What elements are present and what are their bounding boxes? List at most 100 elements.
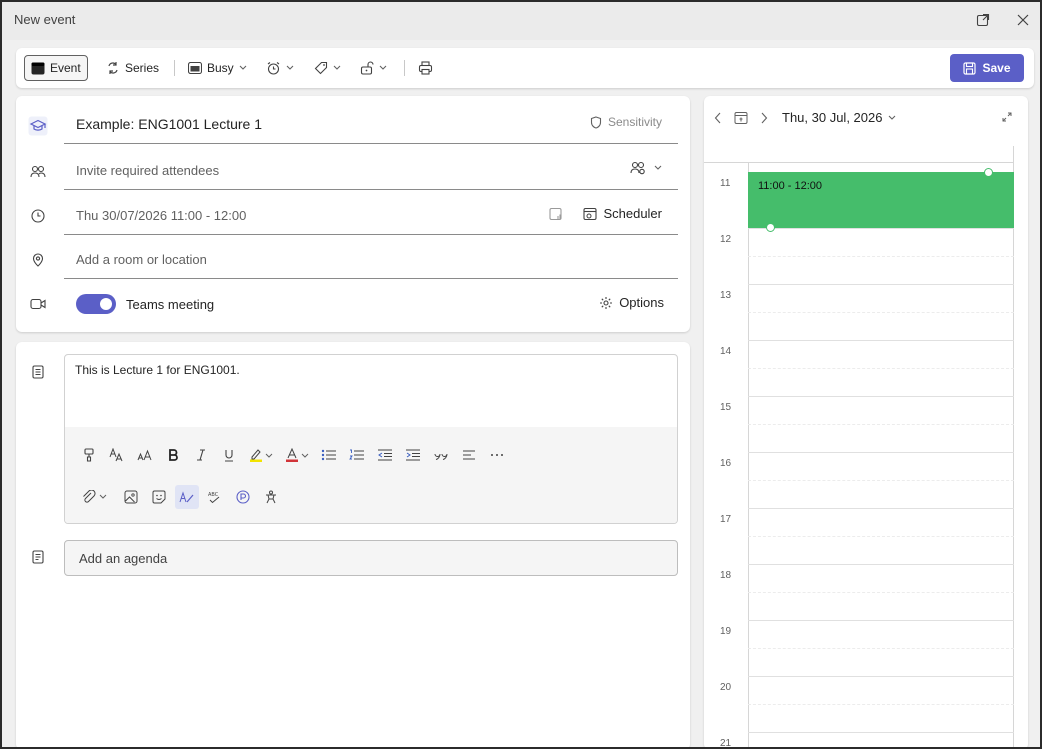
loop-icon — [236, 490, 250, 504]
reminder-dropdown[interactable] — [260, 55, 300, 81]
next-day-button[interactable] — [760, 112, 774, 128]
event-resize-handle-bottom[interactable] — [766, 223, 775, 232]
underline-button[interactable] — [217, 443, 241, 467]
agenda-field[interactable]: Add an agenda — [64, 540, 678, 576]
chevron-down-icon — [286, 65, 294, 70]
agenda-row-icon — [28, 547, 48, 567]
options-label: Options — [619, 295, 664, 310]
calendar-right-border — [1013, 146, 1014, 747]
font-size-button[interactable] — [133, 443, 157, 467]
window-title: New event — [14, 12, 76, 27]
loop-component-button[interactable] — [231, 485, 255, 509]
format-painter-icon — [84, 448, 94, 462]
hour-line — [748, 396, 1014, 397]
text-description-icon — [32, 365, 44, 379]
attach-dropdown[interactable] — [77, 485, 113, 509]
font-button[interactable] — [105, 443, 129, 467]
numbered-list-button[interactable] — [345, 443, 369, 467]
close-button[interactable] — [1008, 6, 1038, 34]
go-to-today-button[interactable] — [734, 111, 750, 127]
emoji-button[interactable] — [147, 485, 171, 509]
hour-line — [748, 732, 1014, 733]
hour-label: 11 — [720, 178, 731, 189]
event-resize-handle-top[interactable] — [984, 168, 993, 177]
attendees-placeholder: Invite required attendees — [76, 163, 220, 178]
toolbar-separator — [404, 60, 405, 76]
font-color-dropdown[interactable] — [281, 443, 313, 467]
italic-button[interactable] — [189, 443, 213, 467]
hour-label: 21 — [720, 738, 732, 749]
series-button[interactable]: Series — [100, 55, 165, 81]
quote-button[interactable] — [429, 443, 453, 467]
apps-button[interactable] — [259, 485, 283, 509]
save-label: Save — [982, 61, 1011, 75]
scheduler-button[interactable]: Scheduler — [549, 206, 662, 221]
datetime-field[interactable]: Thu 30/07/2026 11:00 - 12:00 Scheduler — [64, 195, 678, 235]
pop-out-button[interactable] — [968, 6, 998, 34]
attendee-options-button[interactable] — [630, 161, 662, 175]
save-button[interactable]: Save — [950, 54, 1024, 82]
bullet-list-button[interactable] — [317, 443, 341, 467]
title-field[interactable]: Example: ENG1001 Lecture 1 Sensitivity — [64, 104, 678, 144]
repeat-icon — [108, 62, 118, 74]
datetime-row-icon — [28, 206, 48, 226]
hour-label: 19 — [720, 626, 732, 637]
spelling-button[interactable]: ABC — [203, 485, 227, 509]
event-details-card: Example: ENG1001 Lecture 1 Sensitivity I… — [16, 96, 690, 332]
sticker-icon — [152, 490, 166, 504]
half-hour-line — [748, 256, 1014, 257]
event-tab[interactable]: Event — [24, 55, 88, 81]
increase-indent-button[interactable] — [401, 443, 425, 467]
decrease-indent-button[interactable] — [373, 443, 397, 467]
align-button[interactable] — [457, 443, 481, 467]
highlight-dropdown[interactable] — [245, 443, 277, 467]
category-dropdown[interactable] — [308, 55, 347, 81]
body-editor[interactable]: This is Lecture 1 for ENG1001. ABC — [64, 354, 678, 524]
body-row-icon — [28, 362, 48, 382]
chevron-down-icon — [889, 115, 896, 120]
expand-calendar-button[interactable] — [1002, 112, 1016, 126]
location-pin-icon — [32, 253, 44, 267]
sensitivity-button[interactable]: Sensitivity — [590, 115, 662, 129]
new-event-window: New event Event Series Busy Save Example… — [0, 0, 1042, 749]
calendar-top-line — [704, 162, 1014, 163]
bold-button[interactable] — [161, 443, 185, 467]
half-hour-line — [748, 536, 1014, 537]
print-button[interactable] — [412, 55, 439, 81]
location-row-icon — [28, 250, 48, 270]
privacy-dropdown[interactable] — [354, 55, 393, 81]
toolbar-separator — [174, 60, 175, 76]
location-field[interactable]: Add a room or location — [64, 239, 678, 279]
event-toolbar: Event Series Busy Save — [16, 48, 1034, 88]
previous-day-button[interactable] — [714, 112, 728, 128]
hour-label: 14 — [720, 346, 732, 357]
calendar-event-block[interactable]: 11:00 - 12:00 — [748, 172, 1014, 228]
hour-label: 15 — [720, 402, 732, 413]
date-picker-dropdown[interactable]: Thu, 30 Jul, 2026 — [782, 110, 896, 125]
options-button[interactable]: Options — [599, 295, 664, 310]
calendar-panel: Thu, 30 Jul, 2026 11 12 13 14 15 16 17 18 19 20 21… — [704, 96, 1028, 749]
hour-line — [748, 676, 1014, 677]
agenda-icon — [32, 550, 44, 564]
graduation-cap-icon — [28, 116, 48, 136]
hour-label: 17 — [720, 514, 732, 525]
underline-icon — [225, 449, 233, 462]
busy-dropdown[interactable]: Busy — [182, 55, 253, 81]
more-formatting-button[interactable] — [485, 443, 509, 467]
teams-meeting-toggle[interactable] — [76, 294, 116, 314]
hour-line — [748, 620, 1014, 621]
hour-label: 16 — [720, 458, 732, 469]
gear-icon — [600, 296, 613, 309]
attendees-field[interactable]: Invite required attendees — [64, 150, 678, 190]
calendar-day-grid[interactable]: 11 12 13 14 15 16 17 18 19 20 21 11:00 - 12:00 — [704, 146, 1028, 749]
format-painter-button[interactable] — [77, 443, 101, 467]
insert-picture-button[interactable] — [119, 485, 143, 509]
editor-button[interactable] — [175, 485, 199, 509]
half-hour-line — [748, 480, 1014, 481]
title-bar: New event — [2, 2, 1040, 40]
font-icon — [109, 448, 123, 462]
half-hour-line — [748, 424, 1014, 425]
people-settings-icon — [630, 161, 645, 175]
chevron-down-icon — [333, 65, 341, 70]
close-icon — [1017, 14, 1029, 26]
